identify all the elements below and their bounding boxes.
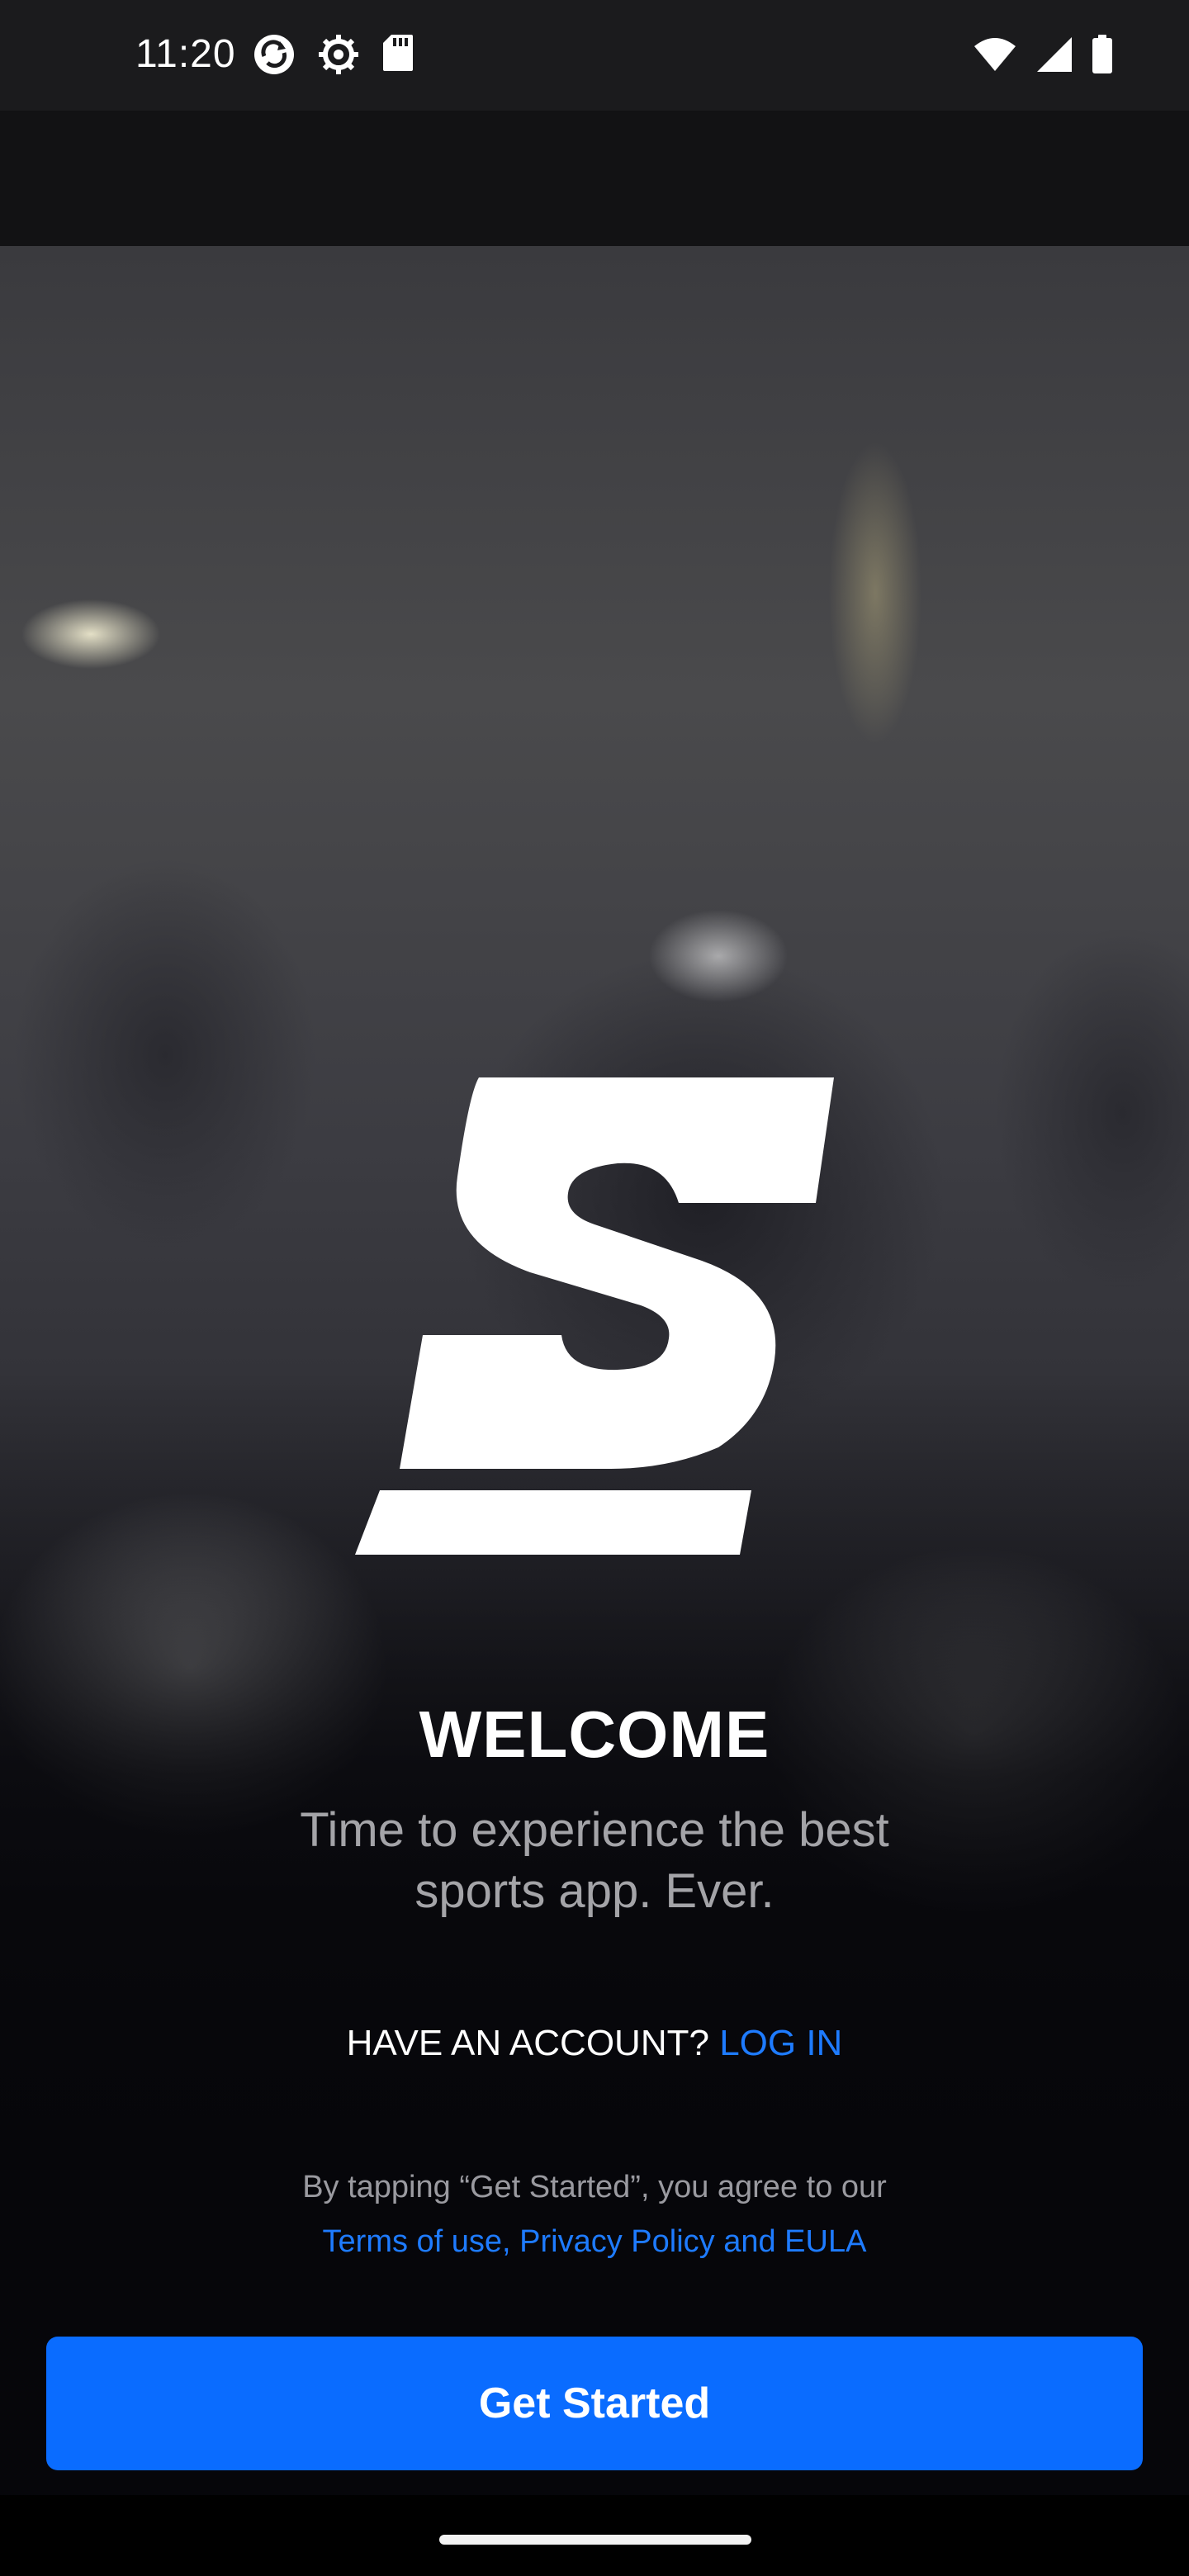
- get-started-label: Get Started: [478, 2379, 711, 2427]
- tagline-line-1: Time to experience the best: [300, 1803, 889, 1857]
- battery-icon: [1092, 35, 1113, 74]
- terms-privacy-eula-link[interactable]: Terms of use, Privacy Policy and EULA: [0, 2224, 1189, 2260]
- app-bar: [0, 111, 1189, 246]
- wifi-icon: [973, 36, 1017, 73]
- login-link[interactable]: LOG IN: [719, 2023, 842, 2063]
- sd-card-icon: [381, 33, 414, 76]
- status-time: 11:20: [135, 32, 236, 76]
- status-bar: 11:20: [0, 0, 1189, 111]
- legal-notice: By tapping “Get Started”, you agree to o…: [302, 2170, 887, 2204]
- status-right-icons: [973, 35, 1113, 74]
- sync-icon: [253, 33, 296, 76]
- get-started-button[interactable]: Get Started: [46, 2337, 1143, 2470]
- tagline-line-2: sports app. Ever.: [414, 1864, 775, 1918]
- home-indicator[interactable]: [439, 2535, 751, 2545]
- cellular-signal-icon: [1035, 36, 1073, 73]
- settings-icon: [317, 33, 360, 76]
- account-prompt-row: HAVE AN ACCOUNT? LOG IN: [0, 2023, 1189, 2064]
- brand-s-logo-icon: [355, 1077, 834, 1560]
- welcome-title: WELCOME: [419, 1698, 770, 1771]
- account-prompt-text: HAVE AN ACCOUNT?: [346, 2023, 709, 2063]
- status-left-icons: [253, 33, 414, 76]
- welcome-tagline: Time to experience the best sports app. …: [223, 1800, 966, 1922]
